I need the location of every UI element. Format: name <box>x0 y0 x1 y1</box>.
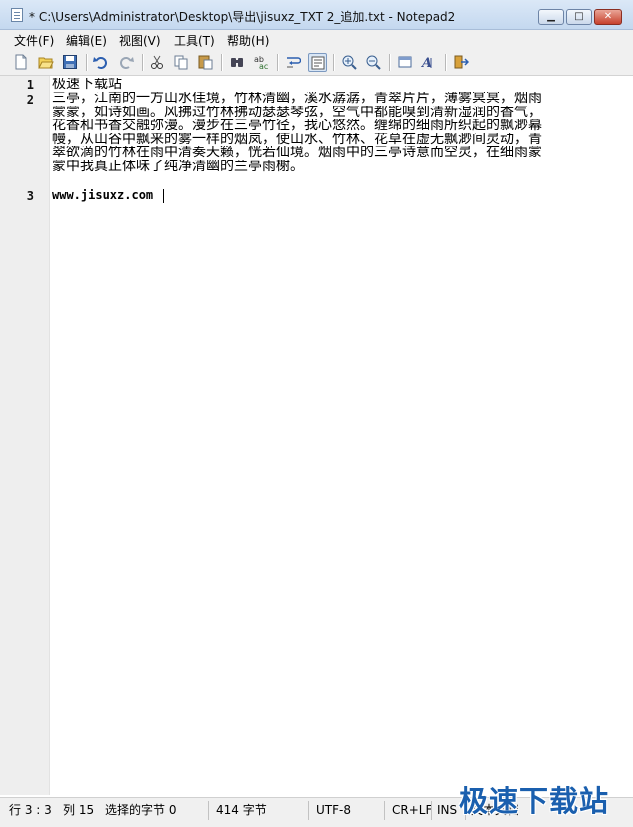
status-column: 列 15 <box>63 803 95 817</box>
new-file-icon[interactable] <box>12 53 31 72</box>
status-selected-bytes: 选择的字节 0 <box>105 803 177 817</box>
text-line-2-part: 蒙中我真正体味了纯净清幽的兰亭雨榭。 <box>52 159 304 173</box>
minimize-button[interactable]: ▁ <box>538 9 564 25</box>
status-encoding[interactable]: UTF-8 <box>316 801 351 820</box>
title-bar: * C:\Users\Administrator\Desktop\导出\jisu… <box>0 0 633 30</box>
text-line-2-part: 三亭，江南的一方山水佳境，竹林清幽，溪水潺潺，青翠片片，薄雾冥冥，烟雨 <box>52 92 542 106</box>
toggle-view-icon[interactable] <box>308 53 327 72</box>
word-wrap-icon[interactable] <box>284 53 303 72</box>
paste-icon[interactable] <box>196 53 215 72</box>
zoom-in-icon[interactable] <box>340 53 359 72</box>
find-icon[interactable] <box>228 53 247 72</box>
cut-icon[interactable] <box>148 53 167 72</box>
menu-file[interactable]: 文件(F) <box>14 32 54 49</box>
undo-icon[interactable] <box>92 53 111 72</box>
window-title: * C:\Users\Administrator\Desktop\导出\jisu… <box>29 10 456 24</box>
copy-icon[interactable] <box>172 53 191 72</box>
status-insert-mode[interactable]: INS <box>437 801 457 820</box>
notepad-app-icon[interactable] <box>11 8 23 22</box>
open-folder-icon[interactable] <box>37 53 56 72</box>
text-line-3: www.jisuxz.com <box>52 189 154 202</box>
watermark-logo: 极速下载站 <box>459 784 610 818</box>
status-position: 行 3 : 3 <box>9 803 52 817</box>
status-separator <box>431 801 432 820</box>
svg-text:A: A <box>421 56 432 70</box>
maximize-button[interactable]: □ <box>566 9 592 25</box>
toolbar-separator <box>221 54 223 71</box>
text-line-2-part: 花香和书香交融弥漫。漫步在三亭竹径，我心悠然。缠绵的细雨所织起的飘渺幕 <box>52 119 542 133</box>
save-icon[interactable] <box>61 53 80 72</box>
font-icon[interactable]: A <box>420 53 439 72</box>
close-button[interactable]: ✕ <box>594 9 622 25</box>
line-number: 3 <box>26 189 34 203</box>
status-eol[interactable]: CR+LF <box>392 801 432 820</box>
text-line-1: 极速下载站 <box>52 78 122 92</box>
menu-view[interactable]: 视图(V) <box>119 32 161 49</box>
toolbar-separator <box>333 54 335 71</box>
toolbar-separator <box>389 54 391 71</box>
exit-icon[interactable] <box>452 53 471 72</box>
status-separator <box>384 801 385 820</box>
toolbar: ab ac A <box>0 49 633 76</box>
status-separator <box>208 801 209 820</box>
zoom-out-icon[interactable] <box>364 53 383 72</box>
status-separator <box>308 801 309 820</box>
svg-text:ac: ac <box>259 62 268 70</box>
line-number-gutter: 1 2 3 <box>0 76 50 795</box>
text-line-2-part: 幔，从山谷中飘来的雾一样的烟岚，使山水、竹林、花草在虚无飘渺间灵动，青 <box>52 132 542 146</box>
status-total-bytes: 414 字节 <box>216 803 267 817</box>
toolbar-separator <box>277 54 279 71</box>
toolbar-separator <box>142 54 144 71</box>
line-number: 2 <box>26 93 34 107</box>
toolbar-separator <box>445 54 447 71</box>
toolbar-separator <box>86 54 88 71</box>
text-line-2-part: 蒙蒙，如诗如画。风拂过竹林拂动瑟瑟琴弦，空气中都能嗅到清新湿润的香气， <box>52 105 542 119</box>
line-number: 1 <box>26 78 34 92</box>
menu-tools[interactable]: 工具(T) <box>174 32 215 49</box>
menu-help[interactable]: 帮助(H) <box>227 32 269 49</box>
scheme-icon[interactable] <box>396 53 415 72</box>
text-line-2-part: 翠欲滴的竹林在雨中清奏天籁，恍若仙境。烟雨中的三亭诗意而空灵，在细雨蒙 <box>52 146 542 160</box>
replace-icon[interactable]: ab ac <box>252 53 271 72</box>
menu-bar: 文件(F) 编辑(E) 视图(V) 工具(T) 帮助(H) <box>0 30 633 49</box>
text-caret <box>163 189 164 203</box>
redo-icon[interactable] <box>117 53 136 72</box>
editor-text-area[interactable]: 极速下载站 三亭，江南的一方山水佳境，竹林清幽，溪水潺潺，青翠片片，薄雾冥冥，烟… <box>50 76 633 795</box>
menu-edit[interactable]: 编辑(E) <box>66 32 107 49</box>
